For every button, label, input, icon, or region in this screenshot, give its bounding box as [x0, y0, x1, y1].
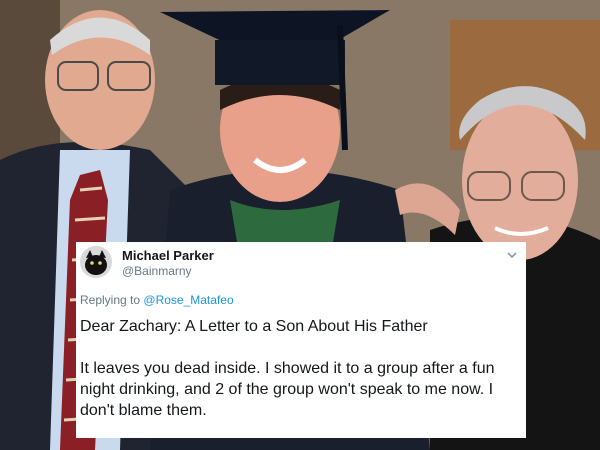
- replying-to-label: Replying to: [80, 293, 141, 307]
- tweet-card[interactable]: Michael Parker @Bainmarny Replying to @R…: [76, 242, 526, 438]
- tweet-text: Dear Zachary: A Letter to a Son About Hi…: [80, 316, 520, 421]
- chevron-down-icon[interactable]: [506, 248, 518, 260]
- tweet-text-line-1: Dear Zachary: A Letter to a Son About Hi…: [80, 318, 428, 335]
- mention-link[interactable]: @Rose_Matafeo: [143, 293, 233, 307]
- user-handle[interactable]: @Bainmarny: [122, 264, 192, 278]
- display-name[interactable]: Michael Parker: [122, 248, 214, 263]
- tweet-text-paragraph-2: It leaves you dead inside. I showed it t…: [80, 360, 495, 419]
- replying-to-line: Replying to @Rose_Matafeo: [80, 293, 234, 307]
- cat-avatar-icon[interactable]: [80, 246, 112, 278]
